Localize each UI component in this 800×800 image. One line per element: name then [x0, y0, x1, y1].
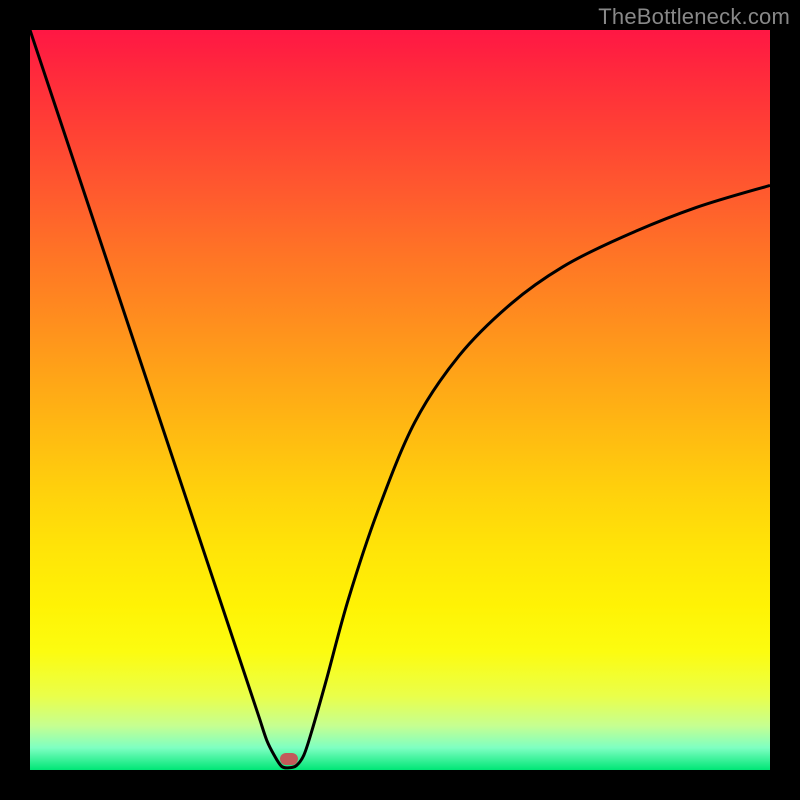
attribution-text: TheBottleneck.com [598, 4, 790, 30]
minimum-marker [280, 753, 298, 765]
chart-plot-area [30, 30, 770, 770]
bottleneck-curve [30, 30, 770, 770]
